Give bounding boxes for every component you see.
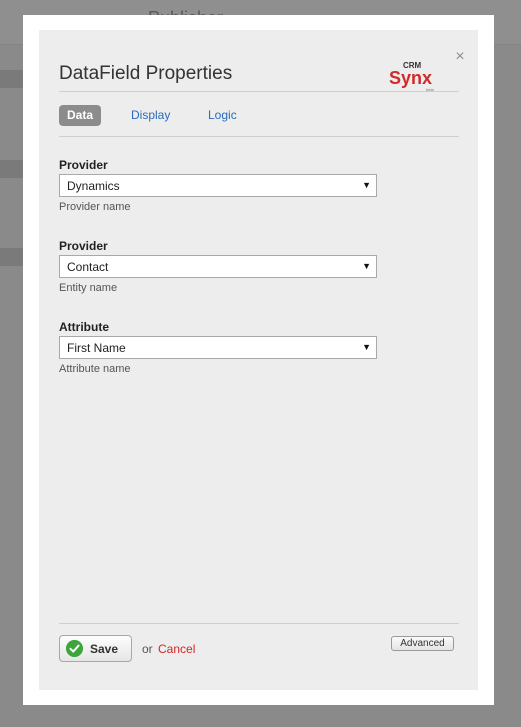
or-text: or [142, 642, 153, 656]
entity-select[interactable]: Contact ▼ [59, 255, 377, 278]
advanced-button[interactable]: Advanced [391, 636, 454, 651]
modal-panel: DataField Properties CRM Synx beta × Dat… [39, 30, 478, 690]
attribute-select-value: First Name [67, 341, 126, 355]
dropdown-arrow-icon: ▼ [362, 180, 371, 190]
tab-logic[interactable]: Logic [208, 105, 237, 126]
save-button-label: Save [90, 642, 119, 656]
dropdown-arrow-icon: ▼ [362, 342, 371, 352]
dialog-title: DataField Properties [59, 63, 233, 84]
tab-bar: Data Display Logic [59, 105, 459, 126]
provider-select-value: Dynamics [67, 179, 120, 193]
footer-divider [59, 623, 459, 624]
attribute-label: Attribute [59, 320, 109, 334]
modal-dialog: DataField Properties CRM Synx beta × Dat… [23, 15, 494, 705]
provider-select[interactable]: Dynamics ▼ [59, 174, 377, 197]
provider-label: Provider [59, 158, 108, 172]
attribute-select[interactable]: First Name ▼ [59, 336, 377, 359]
provider-help-text: Provider name [59, 201, 131, 213]
tab-divider [59, 136, 459, 137]
entity-help-text: Entity name [59, 282, 118, 294]
header-divider [59, 91, 459, 92]
attribute-help-text: Attribute name [59, 363, 131, 375]
entity-select-value: Contact [67, 260, 109, 274]
save-button[interactable]: Save [59, 635, 132, 662]
tab-data[interactable]: Data [59, 105, 102, 126]
cancel-link[interactable]: Cancel [158, 642, 195, 656]
logo-main-text: Synx [389, 68, 432, 88]
checkmark-icon [66, 640, 83, 657]
tab-display[interactable]: Display [131, 105, 170, 126]
close-icon[interactable]: × [453, 49, 467, 65]
entity-label: Provider [59, 239, 108, 253]
dropdown-arrow-icon: ▼ [362, 261, 371, 271]
